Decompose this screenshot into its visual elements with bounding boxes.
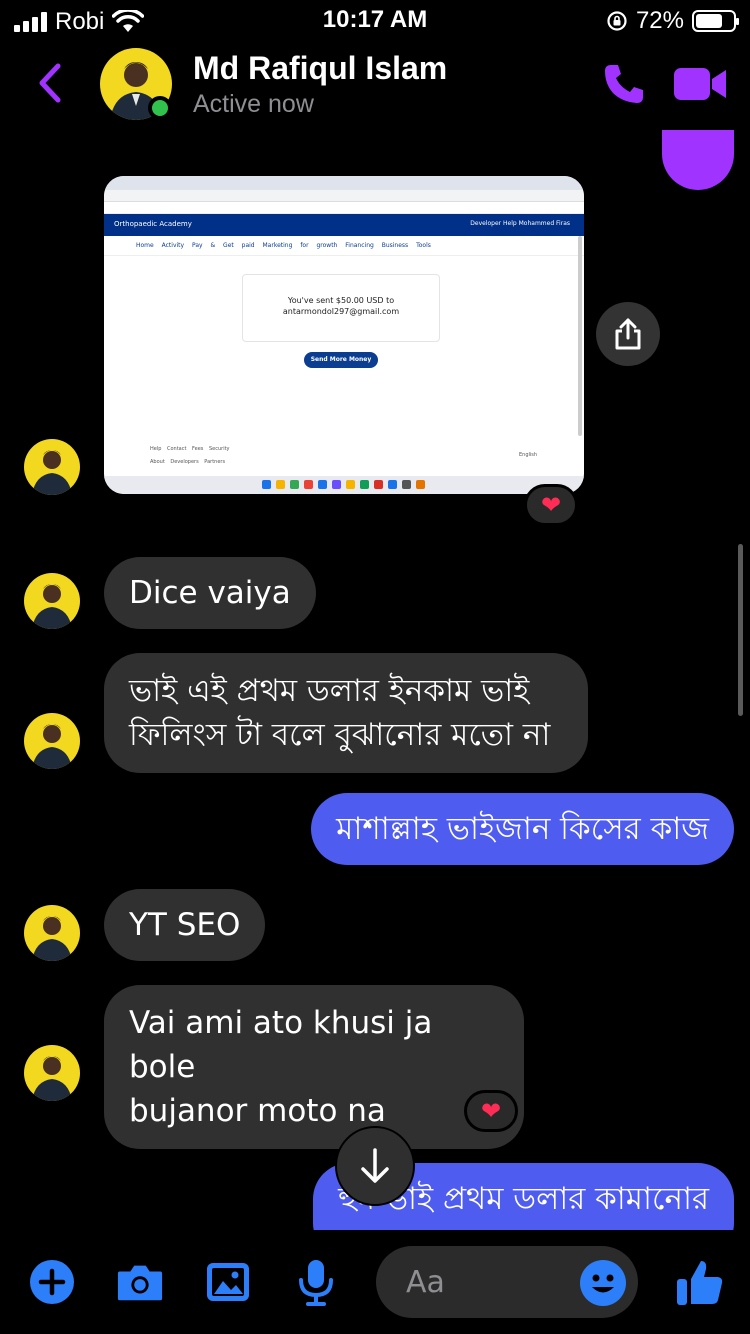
message-bubble-incoming[interactable]: Dice vaiya: [104, 557, 316, 629]
message-bubble-outgoing[interactable]: মাশাল্লাহ ভাইজান কিসের কাজ: [311, 793, 734, 865]
sent-line-2: antarmondol297@gmail.com: [282, 307, 400, 316]
microphone-icon[interactable]: [292, 1258, 340, 1306]
share-button[interactable]: [596, 302, 660, 366]
paypal-brand: Orthopaedic Academy: [114, 220, 192, 228]
send-more-money-button: Send More Money: [304, 352, 378, 368]
sender-avatar[interactable]: [24, 1045, 80, 1101]
message-thread[interactable]: Orthopaedic Academy Developer Help Moham…: [0, 128, 750, 1230]
back-chevron-icon[interactable]: [30, 58, 70, 108]
sender-avatar[interactable]: [24, 905, 80, 961]
heart-reaction[interactable]: ❤: [464, 1090, 518, 1132]
browser-tab-strip: [104, 176, 584, 190]
heart-reaction[interactable]: ❤: [524, 484, 578, 526]
sender-avatar[interactable]: [24, 713, 80, 769]
phone-icon[interactable]: [600, 60, 648, 108]
rotation-lock-icon: [607, 11, 627, 31]
battery-icon: [692, 10, 739, 32]
paypal-top-bar: Orthopaedic Academy Developer Help Moham…: [104, 214, 584, 236]
browser-address-bar: [104, 190, 584, 202]
paypal-language: English: [519, 452, 538, 458]
emoji-icon[interactable]: [580, 1260, 626, 1306]
browser-bookmarks-bar: [104, 202, 584, 214]
payment-confirmation-card: You've sent $50.00 USD to antarmondol297…: [242, 274, 440, 342]
camera-icon[interactable]: [116, 1258, 164, 1306]
battery-level-fill: [696, 14, 722, 28]
sender-avatar[interactable]: [24, 439, 80, 495]
message-bubble-incoming[interactable]: Vai ami ato khusi ja bole bujanor moto n…: [104, 985, 524, 1149]
sent-line-1: You've sent $50.00 USD to: [287, 296, 395, 305]
thread-scrollbar[interactable]: [738, 544, 743, 716]
paypal-footer-row1: Help Contact Fees Security: [150, 446, 230, 452]
shared-screenshot-image[interactable]: Orthopaedic Academy Developer Help Moham…: [104, 176, 584, 494]
message-bubble-incoming[interactable]: YT SEO: [104, 889, 266, 961]
contact-status: Active now: [193, 90, 314, 118]
browser-scrollbar: [578, 236, 582, 436]
scroll-to-bottom-button[interactable]: [335, 1126, 415, 1206]
thumbs-up-icon[interactable]: [674, 1256, 726, 1308]
windows-taskbar: [104, 476, 584, 494]
message-bubble-incoming[interactable]: ভাই এই প্রথম ডলার ইনকাম ভাই ফিলিংস টা বল…: [104, 653, 588, 773]
paypal-footer-row2: About Developers Partners: [150, 459, 226, 465]
online-status-dot: [148, 96, 172, 120]
sender-avatar[interactable]: [24, 573, 80, 629]
video-camera-icon[interactable]: [672, 64, 728, 104]
contact-name[interactable]: Md Rafiqul Islam: [193, 50, 447, 87]
plus-icon[interactable]: [28, 1258, 76, 1306]
home-indicator: [255, 1318, 495, 1328]
arrow-down-icon: [361, 1148, 389, 1183]
gallery-icon[interactable]: [204, 1258, 252, 1306]
share-icon: [615, 318, 641, 350]
paypal-top-right: Developer Help Mohammed Firas: [470, 220, 570, 227]
conversation-header: Md Rafiqul Islam Active now: [0, 40, 750, 190]
status-bar: Robi 10:17 AM 72%: [0, 0, 750, 40]
paypal-nav: Home Activity Pay & Get paid Marketing f…: [104, 236, 584, 256]
battery-percent: 72%: [635, 7, 684, 34]
